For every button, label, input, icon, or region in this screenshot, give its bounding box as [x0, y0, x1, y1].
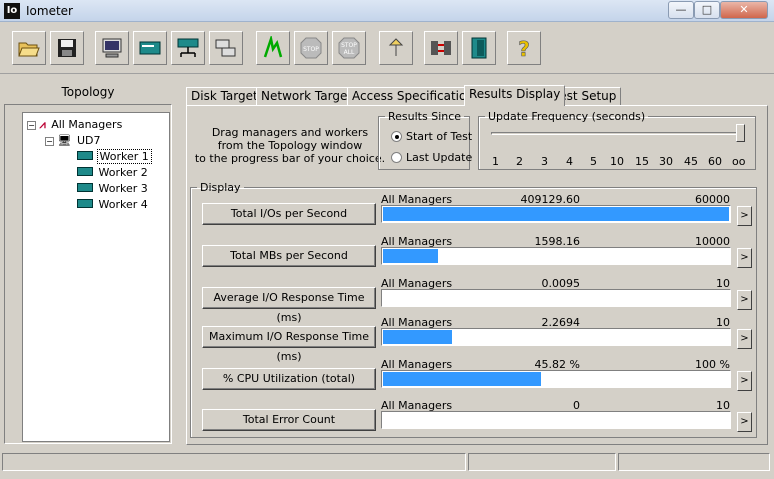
reset-workers-icon	[388, 38, 404, 56]
metric-more-button[interactable]: >	[737, 412, 752, 432]
tick-label: 2	[516, 155, 523, 168]
radio-dot-icon	[391, 131, 402, 142]
save-button[interactable]	[50, 31, 84, 65]
metric-more-button[interactable]: >	[737, 206, 752, 226]
metric-progress-bar[interactable]	[381, 205, 731, 223]
metric-progress-fill	[383, 207, 729, 221]
disconnect-button[interactable]	[424, 31, 458, 65]
svg-text:ALL: ALL	[344, 49, 355, 56]
new-disk-worker-button[interactable]	[133, 31, 167, 65]
tick-label: 45	[684, 155, 698, 168]
tree-node-worker[interactable]: Worker 2	[77, 165, 150, 181]
tick-label: 5	[590, 155, 597, 168]
metric-select-button[interactable]: Maximum I/O Response Time (ms)	[202, 326, 376, 363]
svg-text:STOP: STOP	[303, 46, 319, 53]
collapse-icon[interactable]: −	[27, 121, 36, 130]
tick-label: 15	[635, 155, 649, 168]
tree-node-worker[interactable]: Worker 1	[77, 149, 152, 165]
new-manager-icon	[102, 38, 122, 58]
collapse-icon[interactable]: −	[45, 137, 54, 146]
stop-icon: STOP	[300, 37, 322, 59]
tick-label: 60	[708, 155, 722, 168]
help-button[interactable]: ?	[507, 31, 541, 65]
metric-select-button[interactable]: % CPU Utilization (total)	[202, 368, 376, 390]
start-tests-icon	[263, 36, 283, 58]
topology-tree[interactable]: − ⩘ All Managers − 🖥 UD7 Worker 1 Worker…	[22, 112, 170, 442]
title-bar[interactable]: Io Iometer — □ ✕	[0, 0, 774, 22]
metric-more-button[interactable]: >	[737, 329, 752, 349]
tick-label: 4	[566, 155, 573, 168]
metric-select-button[interactable]: Total Error Count	[202, 409, 376, 431]
metric-progress-bar[interactable]	[381, 289, 731, 307]
disconnect-icon	[431, 41, 451, 55]
save-icon	[58, 39, 76, 57]
tick-label: 3	[541, 155, 548, 168]
all-managers-icon: ⩘	[39, 118, 46, 131]
metric-select-button[interactable]: Total MBs per Second	[202, 245, 376, 267]
toolbar: STOP STOP ALL ?	[0, 22, 774, 74]
close-button[interactable]: ✕	[720, 1, 768, 19]
exit-button[interactable]	[462, 31, 496, 65]
metric-progress-bar[interactable]	[381, 328, 731, 346]
new-disk-worker-icon	[139, 41, 161, 55]
new-manager-button[interactable]	[95, 31, 129, 65]
metric-more-button[interactable]: >	[737, 371, 752, 391]
worker-icon	[77, 199, 93, 208]
svg-text:?: ?	[518, 37, 530, 60]
radio-start-of-test[interactable]: Start of Test	[391, 130, 472, 143]
open-button[interactable]	[12, 31, 46, 65]
stop-button[interactable]: STOP	[294, 31, 328, 65]
status-pane	[468, 453, 616, 471]
iometer-app-icon: Io	[4, 3, 20, 19]
radio-dot-icon	[391, 152, 402, 163]
start-tests-button[interactable]	[256, 31, 290, 65]
radio-last-update[interactable]: Last Update	[391, 151, 472, 164]
metric-more-button[interactable]: >	[737, 248, 752, 268]
window-title: Iometer	[26, 4, 73, 18]
metric-progress-bar[interactable]	[381, 370, 731, 388]
tick-label: 1	[492, 155, 499, 168]
iometer-window: Io Iometer — □ ✕ STOP STOP ALL ? Topolog…	[0, 0, 774, 479]
duplicate-worker-icon	[215, 39, 236, 57]
tree-node-worker[interactable]: Worker 4	[77, 197, 150, 213]
new-network-worker-button[interactable]	[171, 31, 205, 65]
new-network-worker-icon	[177, 38, 199, 57]
metric-progress-fill	[383, 249, 439, 263]
tick-label: oo	[732, 155, 746, 168]
reset-workers-button[interactable]	[379, 31, 413, 65]
worker-icon	[77, 151, 93, 160]
tree-node-manager[interactable]: − 🖥 UD7	[45, 133, 103, 149]
metric-progress-fill	[383, 372, 542, 386]
metric-progress-bar[interactable]	[381, 247, 731, 265]
stop-all-button[interactable]: STOP ALL	[332, 31, 366, 65]
svg-text:STOP: STOP	[341, 42, 357, 49]
help-icon: ?	[518, 37, 530, 60]
drag-instructions: Drag managers and workers from the Topol…	[194, 126, 386, 165]
computer-icon: 🖥	[57, 134, 72, 147]
status-pane	[618, 453, 770, 471]
metric-progress-bar[interactable]	[381, 411, 731, 429]
status-bar	[0, 450, 774, 479]
update-frequency-slider-track[interactable]	[491, 132, 743, 135]
duplicate-worker-button[interactable]	[209, 31, 243, 65]
maximize-button[interactable]: □	[694, 1, 720, 19]
metric-more-button[interactable]: >	[737, 290, 752, 310]
stop-all-icon: STOPALL	[338, 37, 360, 59]
exit-icon	[471, 37, 487, 59]
metric-progress-fill	[383, 330, 453, 344]
minimize-button[interactable]: —	[668, 1, 694, 19]
tree-node-all-managers[interactable]: − ⩘ All Managers	[27, 117, 124, 133]
tree-node-worker[interactable]: Worker 3	[77, 181, 150, 197]
worker-icon	[77, 183, 93, 192]
tab-results-display[interactable]: Results Display	[464, 85, 566, 106]
open-icon	[18, 42, 40, 57]
metric-select-button[interactable]: Total I/Os per Second	[202, 203, 376, 225]
metric-select-button[interactable]: Average I/O Response Time (ms)	[202, 287, 376, 324]
topology-header: Topology	[61, 85, 115, 99]
worker-icon	[77, 167, 93, 176]
tick-label: 30	[659, 155, 673, 168]
status-pane	[2, 453, 466, 471]
update-frequency-slider-thumb[interactable]	[736, 124, 745, 142]
tick-label: 10	[610, 155, 624, 168]
